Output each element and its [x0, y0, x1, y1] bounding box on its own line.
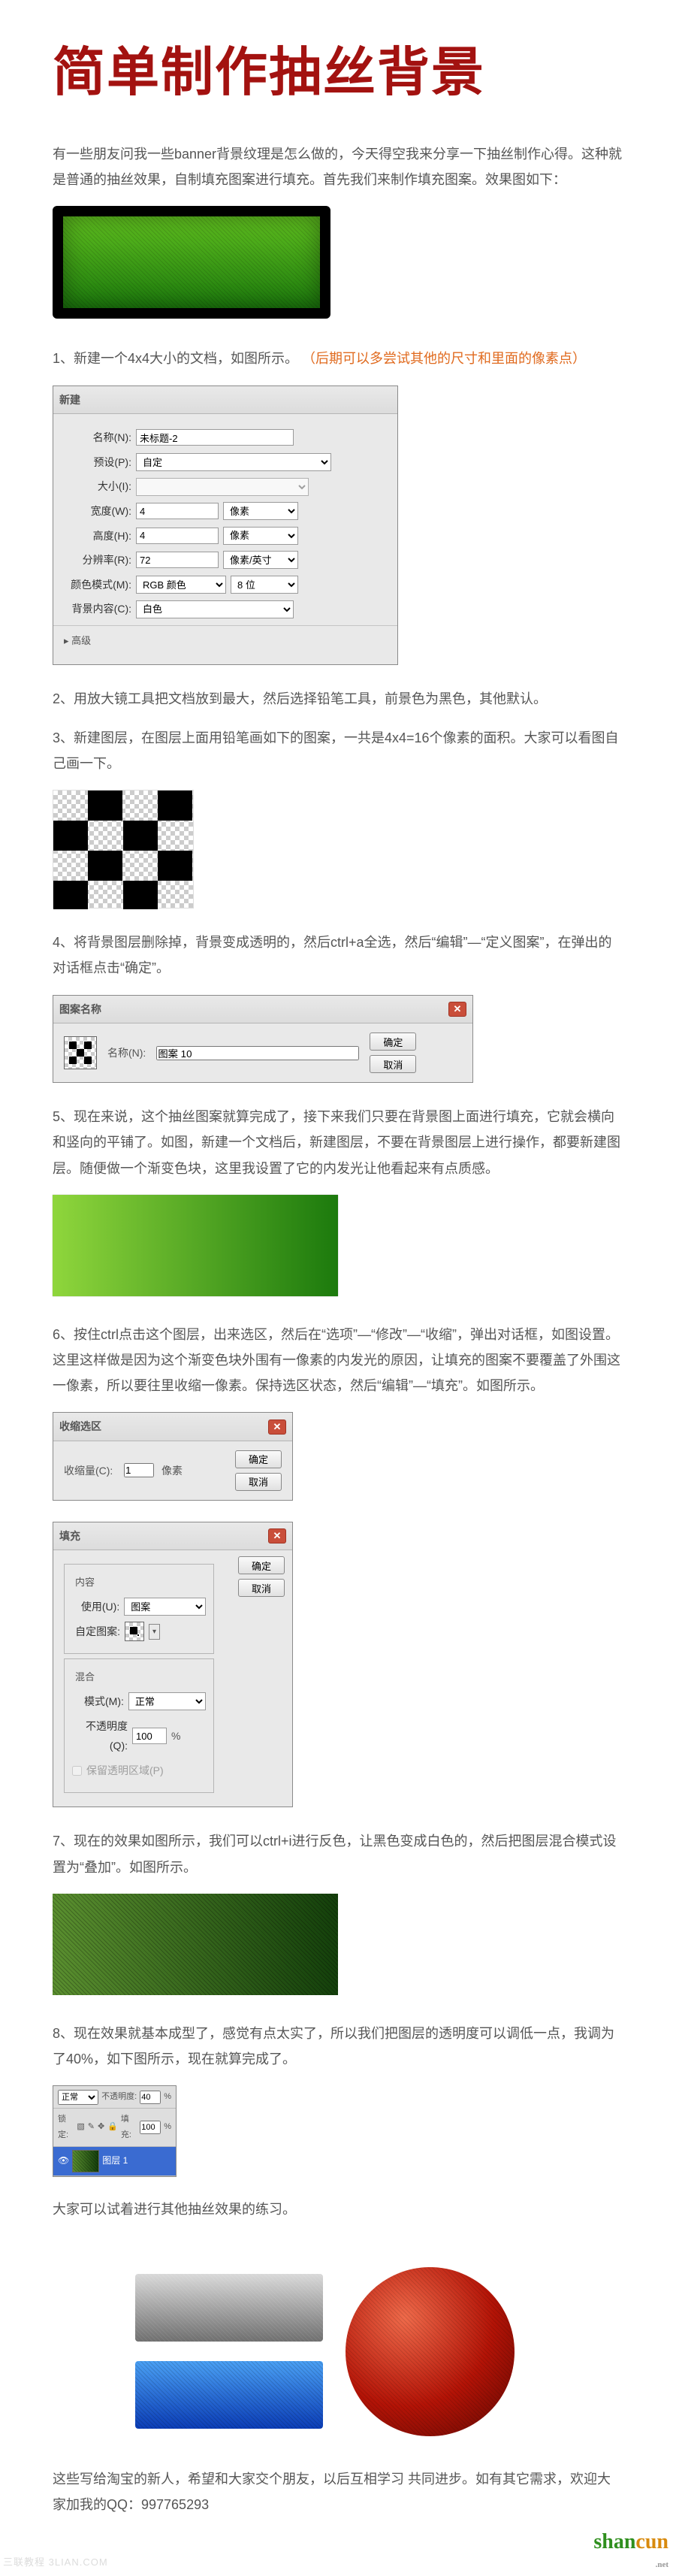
fill-title: 填充 [59, 1526, 80, 1547]
pattern-name-dialog: 图案名称 ✕ 名称(N): 确定 取消 [53, 995, 473, 1084]
lp-opacity-unit: % [164, 2089, 171, 2105]
preset-select[interactable]: 自定 [136, 453, 331, 471]
step-1: 1、新建一个4x4大小的文档，如图所示。 （后期可以多尝试其他的尺寸和里面的像素… [53, 346, 623, 371]
preserve-label: 保留透明区域(P) [86, 1761, 164, 1781]
lp-lock-label: 锁定: [58, 2112, 74, 2143]
blend-legend: 混合 [72, 1668, 98, 1687]
bg-select[interactable]: 白色 [136, 600, 294, 618]
ok-button[interactable]: 确定 [238, 1556, 285, 1574]
use-label: 使用(U): [72, 1597, 119, 1617]
step-8: 8、现在效果就基本成型了，感觉有点太实了，所以我们把图层的透明度可以调低一点，我… [53, 2021, 623, 2072]
ok-button[interactable]: 确定 [235, 1450, 282, 1468]
preserve-checkbox [72, 1766, 82, 1776]
step-1-text: 1、新建一个4x4大小的文档，如图所示。 [53, 351, 298, 366]
lp-fill-input[interactable] [140, 2121, 161, 2134]
lock-move-icon[interactable]: ✥ [98, 2119, 104, 2135]
example-gray-swatch [135, 2274, 323, 2342]
layers-panel: 正常 不透明度: % 锁定: ▧ ✎ ✥ 🔒 填充: % 👁 图层 1 [53, 2085, 177, 2177]
lp-fill-label: 填充: [121, 2112, 137, 2143]
cancel-button[interactable]: 取消 [238, 1579, 285, 1597]
mode-label: 颜色模式(M): [64, 575, 131, 595]
close-icon[interactable]: ✕ [448, 1002, 466, 1017]
pattern-dialog-title: 图案名称 [59, 999, 101, 1020]
name-label: 名称(N): [64, 428, 131, 448]
step-6: 6、按住ctrl点击这个图层，出来选区，然后在“选项”—“修改”—“收缩”，弹出… [53, 1322, 623, 1399]
height-unit[interactable]: 像素 [223, 527, 298, 545]
step-7: 7、现在的效果如图所示，我们可以ctrl+i进行反色，让黑色变成白色的，然后把图… [53, 1828, 623, 1879]
closing-1: 大家可以试着进行其他抽丝效果的练习。 [53, 2197, 623, 2222]
opacity-unit: % [171, 1726, 180, 1746]
pattern-thumb [64, 1036, 97, 1069]
new-doc-dialog: 新建 名称(N): 预设(P): 自定 大小(I): 宽度(W): 像素 高度(… [53, 385, 398, 665]
pixel-pattern-sample [53, 790, 194, 909]
watermark-left: 三联教程 3LIAN.COM [3, 2553, 108, 2572]
res-unit[interactable]: 像素/英寸 [223, 551, 298, 569]
gradient-swatch [53, 1195, 338, 1296]
res-input[interactable] [136, 552, 219, 568]
cancel-button[interactable]: 取消 [235, 1473, 282, 1491]
blend-mode-select[interactable]: 正常 [128, 1692, 206, 1710]
size-select [136, 478, 309, 496]
step-5: 5、现在来说，这个抽丝图案就算完成了，接下来我们只要在背景图上面进行填充，它就会… [53, 1104, 623, 1181]
lock-transparency-icon[interactable]: ▧ [77, 2119, 84, 2135]
cancel-button[interactable]: 取消 [370, 1055, 416, 1073]
blend-mode-label: 模式(M): [72, 1692, 124, 1712]
height-label: 高度(H): [64, 526, 131, 546]
fill-dialog: 填充 ✕ 确定 取消 内容 使用(U): 图案 自定图案: ▾ [53, 1522, 293, 1808]
contents-legend: 内容 [72, 1574, 98, 1592]
result-swatch [53, 206, 330, 319]
opacity-label: 不透明度(Q): [72, 1716, 128, 1756]
step-1-note: （后期可以多尝试其他的尺寸和里面的像素点） [302, 351, 586, 366]
mode-bits[interactable]: 8 位 [231, 576, 298, 594]
intro-text: 有一些朋友问我一些banner背景纹理是怎么做的，今天得空我来分享一下抽丝制作心… [53, 141, 623, 192]
width-label: 宽度(W): [64, 501, 131, 522]
contract-amount-input[interactable] [124, 1463, 154, 1477]
step-4: 4、将背景图层删除掉，背景变成透明的，然后ctrl+a全选，然后“编辑”—“定义… [53, 930, 623, 981]
mode-select[interactable]: RGB 颜色 [136, 576, 226, 594]
res-label: 分辨率(R): [64, 550, 131, 570]
preset-label: 预设(P): [64, 452, 131, 473]
lock-all-icon[interactable]: 🔒 [107, 2119, 118, 2135]
watermark-right: shancun .net [593, 2522, 668, 2573]
lock-brush-icon[interactable]: ✎ [88, 2119, 95, 2135]
overlay-result-swatch [53, 1894, 338, 1995]
size-label: 大小(I): [64, 476, 131, 497]
pattern-name-input[interactable] [156, 1046, 359, 1060]
close-icon[interactable]: ✕ [268, 1420, 286, 1435]
lp-fill-unit: % [164, 2119, 171, 2135]
closing-2: 这些写给淘宝的新人，希望和大家交个朋友，以后互相学习 共同进步。如有其它需求，欢… [53, 2466, 623, 2517]
layer-thumb[interactable] [72, 2150, 99, 2172]
width-unit[interactable]: 像素 [223, 502, 298, 520]
chevron-down-icon[interactable]: ▾ [149, 1624, 160, 1640]
advanced-toggle[interactable]: ▸ 高级 [64, 632, 91, 651]
contract-amount-label: 收缩量(C): [64, 1461, 124, 1481]
opacity-input[interactable] [132, 1728, 167, 1744]
custom-pattern-thumb[interactable] [125, 1622, 144, 1641]
use-select[interactable]: 图案 [124, 1598, 206, 1616]
eye-icon[interactable]: 👁 [58, 2152, 69, 2169]
lp-opacity-input[interactable] [140, 2091, 161, 2104]
step-2: 2、用放大镜工具把文档放到最大，然后选择铅笔工具，前景色为黑色，其他默认。 [53, 686, 623, 712]
pattern-name-label: 名称(N): [107, 1043, 146, 1063]
blend-mode-select[interactable]: 正常 [58, 2090, 98, 2105]
bg-label: 背景内容(C): [64, 599, 131, 619]
custom-pattern-label: 自定图案: [72, 1622, 120, 1642]
step-3: 3、新建图层，在图层上面用铅笔画如下的图案，一共是4x4=16个像素的面积。大家… [53, 725, 623, 776]
page-title: 简单制作抽丝背景 [53, 23, 623, 122]
close-icon[interactable]: ✕ [268, 1528, 286, 1543]
lp-opacity-label: 不透明度: [101, 2089, 137, 2105]
new-doc-title: 新建 [59, 390, 80, 410]
contract-dialog: 收缩选区 ✕ 收缩量(C): 像素 确定 取消 [53, 1412, 293, 1501]
example-red-ball [346, 2267, 515, 2436]
ok-button[interactable]: 确定 [370, 1033, 416, 1051]
example-row [135, 2267, 623, 2436]
contract-title: 收缩选区 [59, 1416, 101, 1437]
name-input[interactable] [136, 429, 294, 446]
width-input[interactable] [136, 503, 219, 519]
contract-unit: 像素 [161, 1461, 183, 1481]
example-blue-swatch [135, 2361, 323, 2429]
layer-name[interactable]: 图层 1 [102, 2152, 128, 2169]
height-input[interactable] [136, 528, 219, 544]
